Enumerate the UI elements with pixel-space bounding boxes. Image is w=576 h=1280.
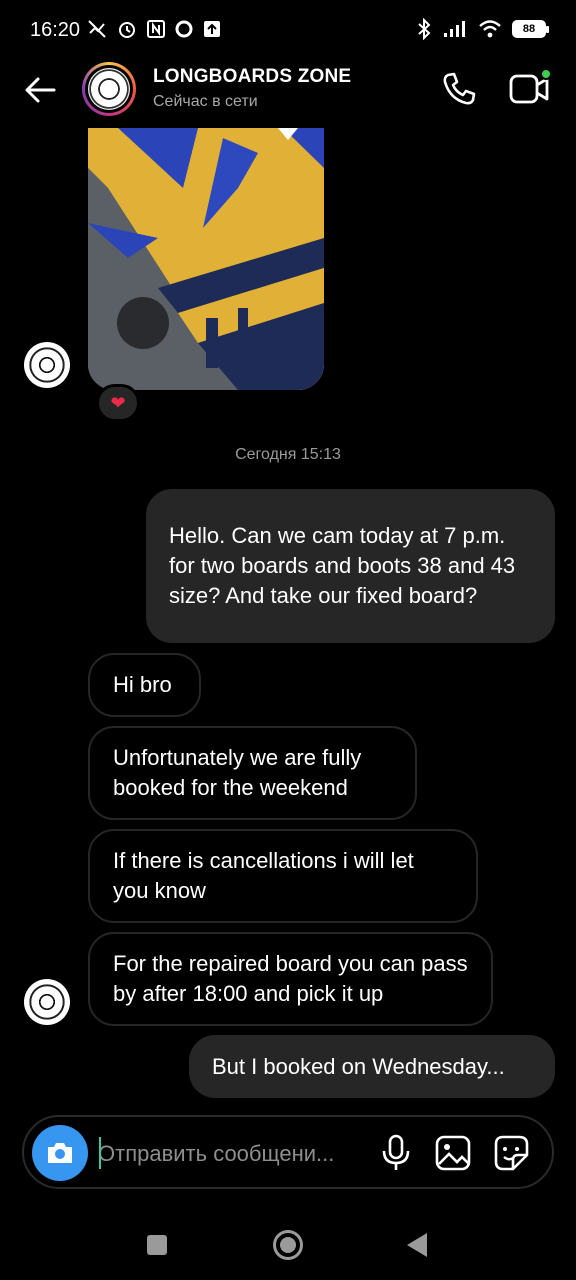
camera-icon (48, 1143, 72, 1163)
status-notification-icons (86, 18, 222, 40)
message-bubble-incoming[interactable]: For the repaired board you can pass by a… (88, 932, 493, 1026)
navigation-bar (0, 1210, 576, 1280)
message-text: For the repaired board you can pass by a… (113, 951, 468, 1006)
nav-back-button[interactable] (407, 1233, 427, 1257)
status-system-icons: 88 (416, 18, 549, 40)
call-button[interactable] (440, 70, 478, 108)
upload-icon (204, 21, 220, 37)
status-bar: 16:20 88 (0, 0, 576, 62)
shared-photo[interactable] (88, 128, 324, 390)
battery-icon: 88 (512, 20, 549, 38)
brand-logo-icon (27, 345, 67, 385)
message-input[interactable] (98, 1137, 368, 1171)
sticker-icon (494, 1135, 529, 1171)
recents-button[interactable] (147, 1235, 167, 1255)
message-composer (22, 1115, 554, 1189)
contact-avatar-header[interactable] (82, 62, 136, 116)
message-bubble-outgoing[interactable]: Hello. Can we cam today at 7 p.m. for tw… (146, 489, 555, 643)
home-button[interactable] (273, 1230, 303, 1260)
message-bubble-incoming[interactable]: Unfortunately we are fully booked for th… (88, 726, 417, 820)
message-text: Hello. Can we cam today at 7 p.m. for tw… (169, 523, 516, 608)
message-text: But I booked on Wednesday... (212, 1053, 505, 1079)
back-button[interactable] (20, 70, 60, 110)
video-call-button[interactable] (508, 68, 552, 108)
image-icon (435, 1135, 471, 1171)
message-bubble-incoming[interactable]: Hi bro (88, 653, 201, 717)
message-text: If there is cancellations i will let you… (113, 848, 414, 903)
contact-name[interactable]: LONGBOARDS ZONE (153, 66, 351, 88)
chat-header: LONGBOARDS ZONE Сейчас в сети (0, 56, 576, 124)
status-time: 16:20 (30, 19, 81, 41)
brand-logo-icon (27, 982, 67, 1022)
heart-reaction[interactable]: ❤ (96, 384, 140, 422)
nfc-icon (147, 20, 165, 38)
online-indicator (540, 68, 552, 80)
longboard-photo-image (88, 128, 324, 390)
phone-icon (443, 72, 476, 105)
sticker-button[interactable] (492, 1134, 530, 1172)
gallery-button[interactable] (434, 1134, 472, 1172)
mute-icon (88, 20, 106, 38)
circle-app-icon (175, 20, 193, 38)
signal-icon (444, 21, 465, 37)
wifi-icon (479, 20, 501, 38)
date-divider: Сегодня 15:13 (235, 446, 341, 463)
message-text: Hi bro (113, 672, 172, 697)
contact-status: Сейчас в сети (153, 93, 258, 110)
brand-logo-icon (88, 68, 130, 110)
arrow-left-icon (25, 77, 56, 103)
message-bubble-outgoing[interactable]: But I booked on Wednesday... (189, 1035, 555, 1098)
message-text: Unfortunately we are fully booked for th… (113, 745, 362, 800)
contact-avatar[interactable] (24, 979, 70, 1025)
bluetooth-icon (418, 18, 431, 40)
text-cursor (99, 1137, 101, 1169)
voice-message-button[interactable] (378, 1134, 414, 1172)
camera-button[interactable] (32, 1125, 88, 1181)
microphone-icon (382, 1134, 410, 1170)
contact-avatar[interactable] (24, 342, 70, 388)
home-icon (280, 1237, 296, 1253)
message-bubble-incoming[interactable]: If there is cancellations i will let you… (88, 829, 478, 923)
alarm-icon (119, 22, 135, 38)
